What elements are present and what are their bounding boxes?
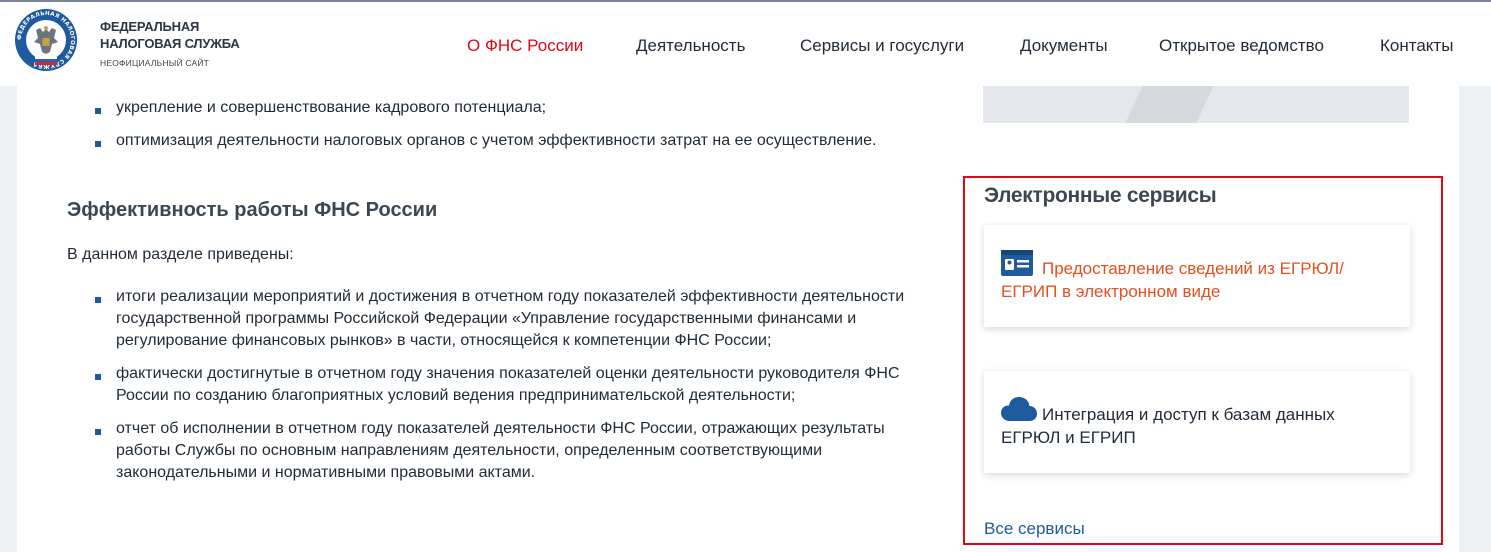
service-card-egrul-info[interactable]: Предоставление сведений из ЕГРЮЛ/ ЕГРИП … [984,225,1410,327]
nav-item-activity[interactable]: Деятельность [636,35,745,57]
nav-item-services[interactable]: Сервисы и госуслуги [800,35,964,57]
sidebar-banner[interactable] [983,86,1409,123]
bullet-square-icon [95,108,101,114]
list-item: итоги реализации мероприятий и достижени… [92,286,922,352]
service-card-label: Предоставление сведений из ЕГРЮЛ/ ЕГРИП … [1001,259,1344,301]
nav-item-about[interactable]: О ФНС России [467,35,583,57]
section-title: Эффективность работы ФНС России [67,199,438,221]
bullet-square-icon [95,374,101,380]
logo-title-line1: ФЕДЕРАЛЬНАЯ [100,19,200,34]
bullet-square-icon [95,429,101,435]
bullet-square-icon [95,141,101,147]
intro-text: В данном разделе приведены: [67,246,294,263]
service-card-label: Интеграция и доступ к базам данных ЕГРЮЛ… [1001,405,1335,447]
electronic-services-panel: Электронные сервисы Предоставление сведе… [963,176,1443,545]
services-title: Электронные сервисы [984,184,1217,207]
list-item: отчет об исполнении в отчетном году пока… [92,418,922,484]
list-item: фактически достигнутые в отчетном году з… [92,363,922,407]
main-nav: О ФНС России Деятельность Сервисы и госу… [0,35,1491,59]
nav-item-contacts[interactable]: Контакты [1380,35,1453,57]
service-card-egrul-integration[interactable]: Интеграция и доступ к базам данных ЕГРЮЛ… [984,371,1410,473]
list-item: оптимизация деятельности налоговых орган… [92,130,922,152]
all-services-link[interactable]: Все сервисы [984,518,1085,540]
nav-item-open-agency[interactable]: Открытое ведомство [1159,35,1324,57]
nav-item-documents[interactable]: Документы [1020,35,1108,57]
results-bullet-list: итоги реализации мероприятий и достижени… [92,286,922,495]
bullet-square-icon [95,297,101,303]
top-bullet-list: укрепление и совершенствование кадрового… [92,97,922,163]
list-item: укрепление и совершенствование кадрового… [92,97,922,119]
site-header: ФЕДЕРАЛЬНАЯ НАЛОГОВАЯ СЛУЖБА ФЕДЕРАЛЬНАЯ… [0,2,1491,86]
